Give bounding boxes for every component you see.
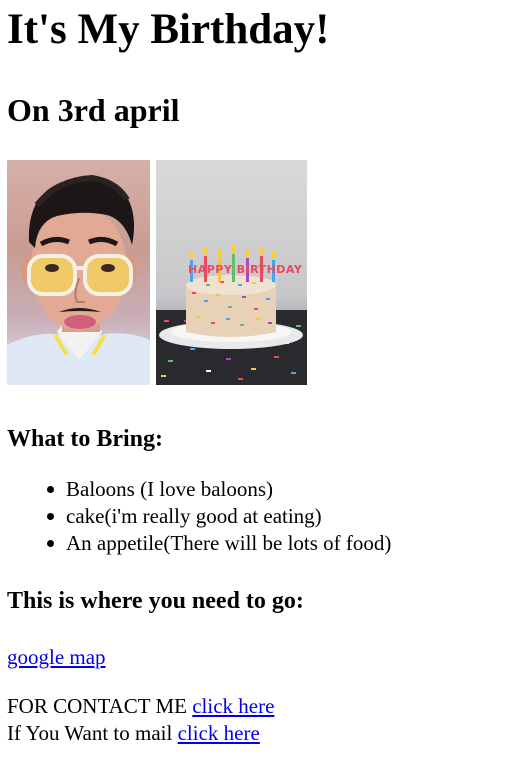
bring-heading: What to Bring:	[7, 426, 163, 453]
cake-banner: HAPPY BIRTHDAY	[188, 263, 303, 276]
page-title: It's My Birthday!	[7, 6, 330, 53]
google-map-link[interactable]: google map	[7, 645, 106, 669]
list-item: cake(i'm really good at eating)	[47, 503, 504, 530]
contact-line: FOR CONTACT ME click here	[7, 693, 504, 720]
birthday-cake-icon: HAPPY BIRTHDAY	[156, 245, 307, 386]
list-item: An appetile(There will be lots of food)	[47, 530, 504, 557]
location-heading: This is where you need to go:	[7, 588, 304, 615]
cake-photo: HAPPY BIRTHDAY	[156, 160, 307, 386]
list-item: Baloons (I love baloons)	[47, 476, 504, 503]
mail-link[interactable]: click here	[178, 721, 260, 745]
map-line: google map	[7, 644, 504, 671]
contact-link[interactable]: click here	[192, 694, 274, 718]
contact-block: FOR CONTACT ME click here If You Want to…	[7, 693, 504, 747]
mail-prefix: If You Want to mail	[7, 721, 173, 746]
photo-row: HAPPY BIRTHDAY	[7, 160, 504, 386]
date-heading: On 3rd april	[7, 92, 180, 129]
page-content: It's My Birthday! On 3rd april HAPPY BIR…	[0, 6, 511, 747]
portrait-photo	[7, 160, 150, 386]
mail-line: If You Want to mail click here	[7, 720, 504, 747]
bring-list: Baloons (I love baloons) cake(i'm really…	[7, 476, 504, 557]
person-portrait-icon	[7, 175, 150, 386]
contact-prefix: FOR CONTACT ME	[7, 694, 187, 719]
